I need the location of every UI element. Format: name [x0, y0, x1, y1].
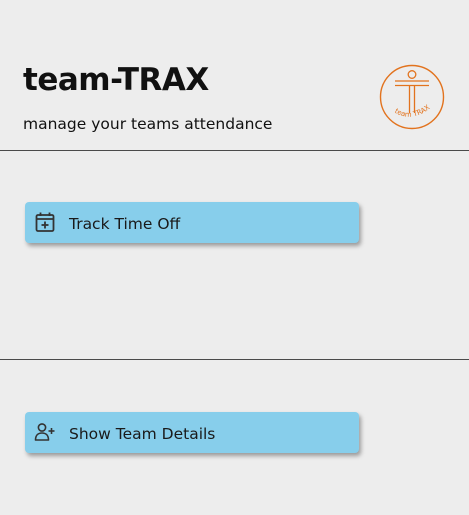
- section-divider: [0, 359, 469, 360]
- logo-text: team TRAX: [393, 103, 431, 119]
- page-subtitle: manage your teams attendance: [23, 115, 273, 133]
- show-team-details-label: Show Team Details: [69, 425, 216, 443]
- track-time-off-label: Track Time Off: [69, 215, 181, 233]
- team-trax-logo: team TRAX: [379, 64, 445, 130]
- app-header: team-TRAX manage your teams attendance t…: [0, 0, 469, 150]
- section-divider: [0, 150, 469, 151]
- person-add-icon: [34, 423, 55, 441]
- track-time-off-button[interactable]: Track Time Off: [25, 202, 359, 243]
- svg-text:team TRAX: team TRAX: [393, 103, 431, 119]
- page-title: team-TRAX: [23, 62, 209, 98]
- calendar-plus-icon: [35, 212, 55, 232]
- show-team-details-button[interactable]: Show Team Details: [25, 412, 359, 453]
